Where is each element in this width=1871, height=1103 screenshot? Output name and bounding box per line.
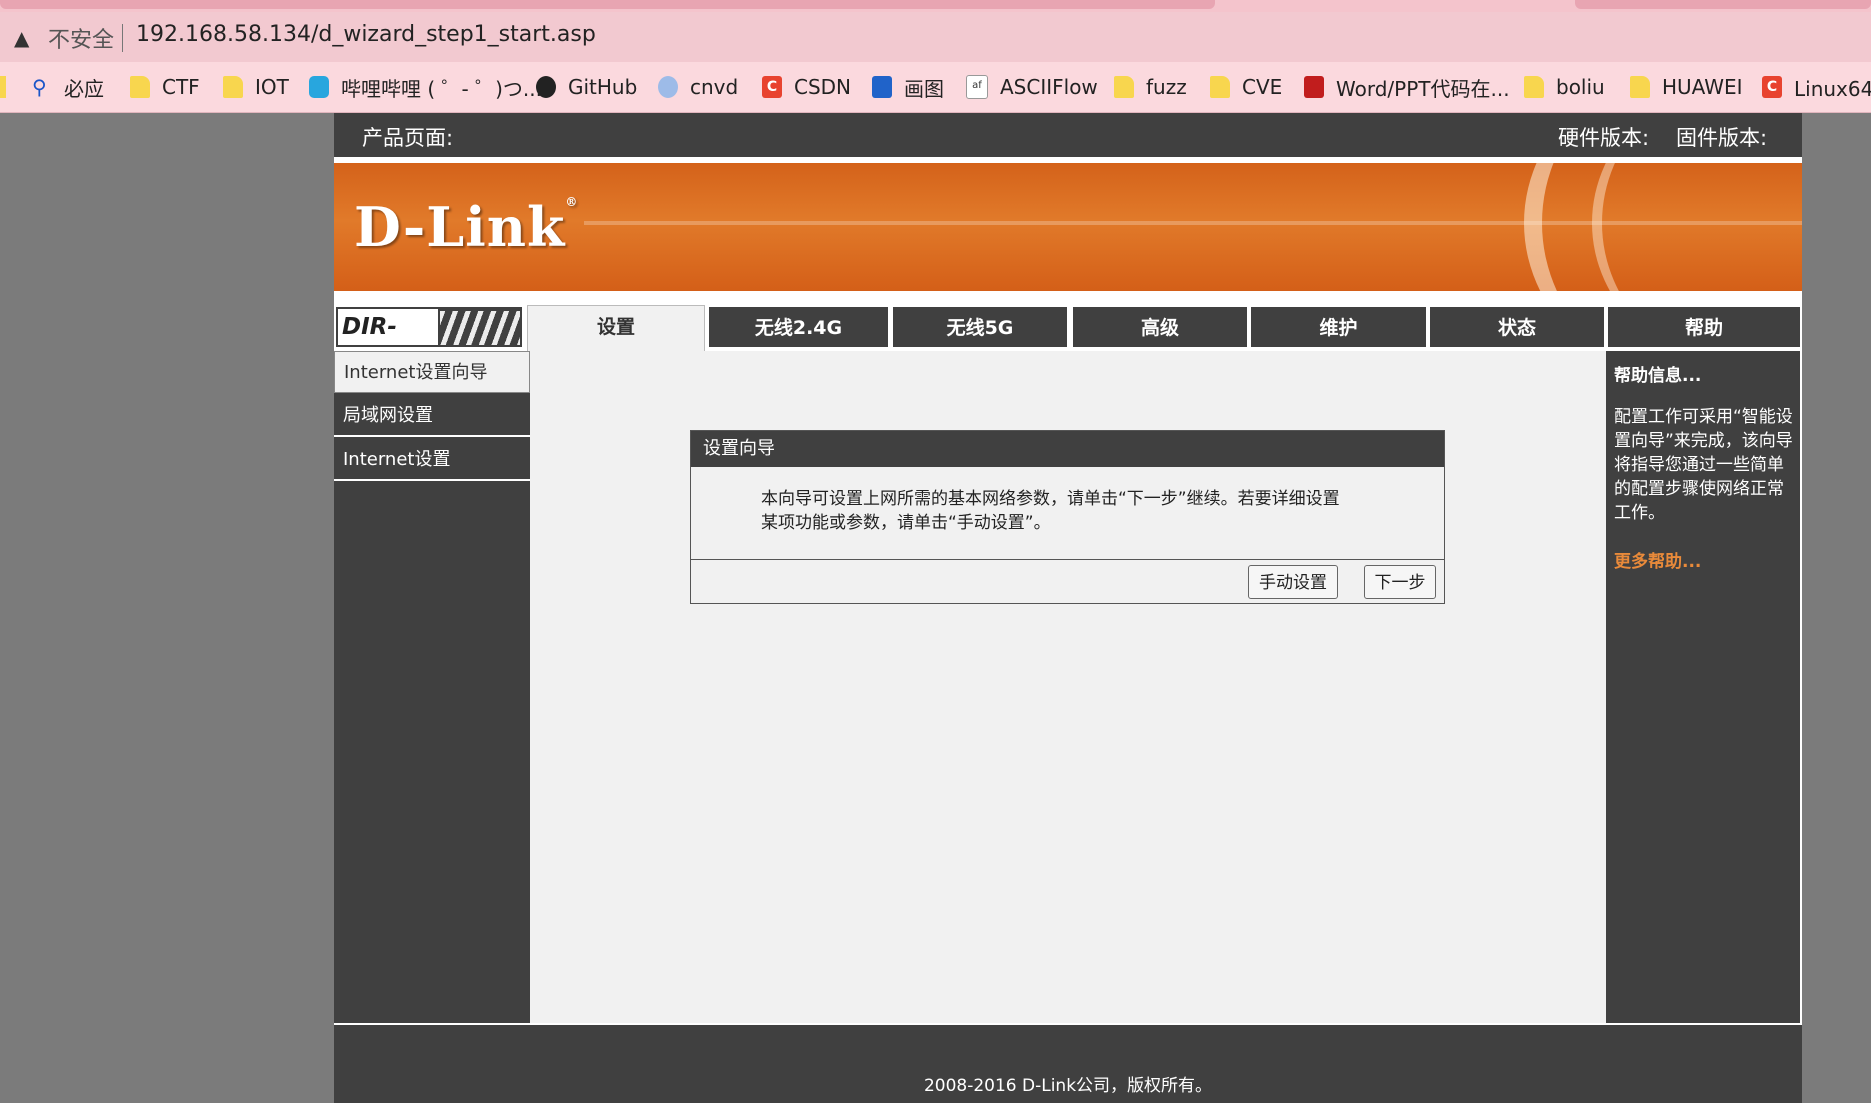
bookmark-linux64[interactable]: C Linux64位: [1762, 72, 1871, 102]
copyright-text: 2008-2016 D-Link公司，版权所有。: [923, 1076, 1213, 1096]
word-icon: [1304, 76, 1324, 98]
model-stripes: [440, 311, 520, 345]
url-text[interactable]: 192.168.58.134/d_wizard_step1_start.asp: [136, 22, 596, 47]
browser-tab[interactable]: [0, 0, 1215, 9]
help-text: 配置工作可采用“智能设置向导”来完成，该向导将指导您通过一些简单的配置步骤使网络…: [1614, 407, 1793, 523]
model-name: DIR-816: [338, 309, 438, 376]
csdn-icon: C: [762, 76, 782, 98]
folder-icon: [1114, 76, 1134, 98]
tab-help[interactable]: 帮助: [1608, 307, 1800, 347]
product-page-label: 产品页面:: [362, 126, 454, 150]
bookmark-word-ppt[interactable]: Word/PPT代码在...: [1304, 72, 1510, 102]
main-content: 设置向导 本向导可设置上网所需的基本网络参数，请单击“下一步”继续。若要详细设置…: [530, 351, 1606, 1023]
bookmark-asciiflow[interactable]: af ASCIIFlow: [966, 72, 1098, 102]
tab-wireless-5g[interactable]: 无线5G: [893, 307, 1067, 347]
hardware-version-label: 硬件版本:: [1558, 126, 1650, 150]
header-banner: D-Link®: [334, 163, 1802, 291]
bookmark-cnvd[interactable]: cnvd: [658, 72, 738, 102]
banner-swoosh: [1592, 163, 1802, 291]
bookmark-label: 哔哩哔哩 ( ゜- ゜)つ...: [341, 76, 542, 101]
bookmark-cve[interactable]: CVE: [1210, 72, 1282, 102]
address-bar[interactable]: ▲ 不安全 192.168.58.134/d_wizard_step1_star…: [0, 12, 1871, 62]
dialog-title: 设置向导: [691, 431, 1444, 467]
bookmark-label: Linux64位: [1794, 76, 1871, 101]
next-button[interactable]: 下一步: [1364, 565, 1436, 599]
nav-internet-settings[interactable]: Internet设置: [334, 439, 530, 481]
bookmark-label: HUAWEI: [1662, 75, 1743, 99]
bilibili-icon: [309, 76, 329, 98]
message-line: 某项功能或参数，请单击“手动设置”。: [761, 513, 1051, 533]
nav-internet-wizard[interactable]: Internet设置向导: [334, 351, 530, 393]
tab-status[interactable]: 状态: [1430, 307, 1604, 347]
folder-icon: [1630, 76, 1650, 98]
bookmark-label: GitHub: [568, 75, 638, 99]
bookmark-github[interactable]: GitHub: [536, 72, 637, 102]
bookmark-bilibili[interactable]: 哔哩哔哩 ( ゜- ゜)つ...: [309, 72, 542, 102]
bookmark-csdn[interactable]: C CSDN: [762, 72, 851, 102]
csdn-icon: C: [1762, 76, 1782, 98]
bookmark-label: Word/PPT代码在...: [1336, 76, 1510, 101]
bookmark-partial[interactable]: [0, 72, 18, 102]
router-page: 产品页面: 硬件版本: 固件版本: D-Link® DIR-816 设置 无线2…: [334, 113, 1802, 1103]
bookmark-iot[interactable]: IOT: [223, 72, 289, 102]
bookmark-label: CVE: [1242, 75, 1283, 99]
search-icon: ⚲: [32, 75, 47, 99]
bookmark-label: boliu: [1556, 75, 1605, 99]
address-separator: [122, 24, 123, 52]
tab-setup[interactable]: 设置: [527, 305, 705, 351]
bookmark-label: IOT: [255, 75, 289, 99]
message-line: 本向导可设置上网所需的基本网络参数，请单击“下一步”继续。若要详细设置: [761, 489, 1340, 509]
bookmark-ctf[interactable]: CTF: [130, 72, 200, 102]
more-help-link[interactable]: 更多帮助...: [1614, 547, 1701, 572]
dialog-message: 本向导可设置上网所需的基本网络参数，请单击“下一步”继续。若要详细设置 某项功能…: [761, 487, 1401, 535]
bookmark-fuzz[interactable]: fuzz: [1114, 72, 1187, 102]
manual-setup-button[interactable]: 手动设置: [1248, 565, 1338, 599]
asciiflow-icon: af: [966, 75, 988, 99]
folder-icon: [1210, 76, 1230, 98]
browser-tab[interactable]: [1575, 0, 1871, 9]
bookmark-label: 必应: [64, 76, 104, 101]
bookmark-label: ASCIIFlow: [1000, 75, 1098, 99]
logo-text: D-Link: [354, 195, 566, 259]
folder-icon: [223, 76, 243, 98]
tab-wireless-24g[interactable]: 无线2.4G: [709, 307, 888, 347]
tab-maintenance[interactable]: 维护: [1251, 307, 1426, 347]
browser-tab-strip: [0, 0, 1871, 12]
cnvd-icon: [658, 76, 678, 98]
tab-advanced[interactable]: 高级: [1073, 307, 1247, 347]
github-icon: [536, 76, 556, 98]
drawing-icon: [872, 76, 892, 98]
bookmark-label: CSDN: [794, 75, 852, 99]
bookmark-huawei[interactable]: HUAWEI: [1630, 72, 1743, 102]
bookmark-huatu[interactable]: 画图: [872, 72, 944, 102]
bookmark-label: cnvd: [690, 75, 739, 99]
bookmark-label: fuzz: [1146, 75, 1187, 99]
info-bar: 产品页面: 硬件版本: 固件版本:: [334, 113, 1802, 157]
left-sidebar: Internet设置向导 局域网设置 Internet设置: [334, 351, 530, 1023]
bookmark-label: 画图: [904, 76, 944, 101]
bookmark-bing[interactable]: ⚲ 必应: [32, 72, 104, 102]
dialog-divider: [691, 559, 1444, 560]
bookmark-boliu[interactable]: boliu: [1524, 72, 1605, 102]
nav-lan-settings[interactable]: 局域网设置: [334, 395, 530, 437]
help-panel: 帮助信息... 配置工作可采用“智能设置向导”来完成，该向导将指导您通过一些简单…: [1606, 351, 1800, 1023]
folder-icon: [0, 76, 6, 98]
folder-icon: [1524, 76, 1544, 98]
setup-wizard-dialog: 设置向导 本向导可设置上网所需的基本网络参数，请单击“下一步”继续。若要详细设置…: [690, 430, 1445, 604]
firmware-version-label: 固件版本:: [1676, 126, 1768, 150]
help-title: 帮助信息...: [1614, 366, 1702, 386]
folder-icon: [130, 76, 150, 98]
insecure-label[interactable]: 不安全: [48, 22, 114, 54]
bookmarks-bar: ⚲ 必应 CTF IOT 哔哩哔哩 ( ゜- ゜)つ... GitHub cnvd…: [0, 62, 1871, 113]
footer: 2008-2016 D-Link公司，版权所有。: [334, 1025, 1802, 1103]
bookmark-label: CTF: [162, 75, 200, 99]
warning-icon[interactable]: ▲: [14, 26, 29, 50]
dlink-logo: D-Link®: [354, 195, 579, 259]
model-badge: DIR-816: [334, 305, 524, 376]
